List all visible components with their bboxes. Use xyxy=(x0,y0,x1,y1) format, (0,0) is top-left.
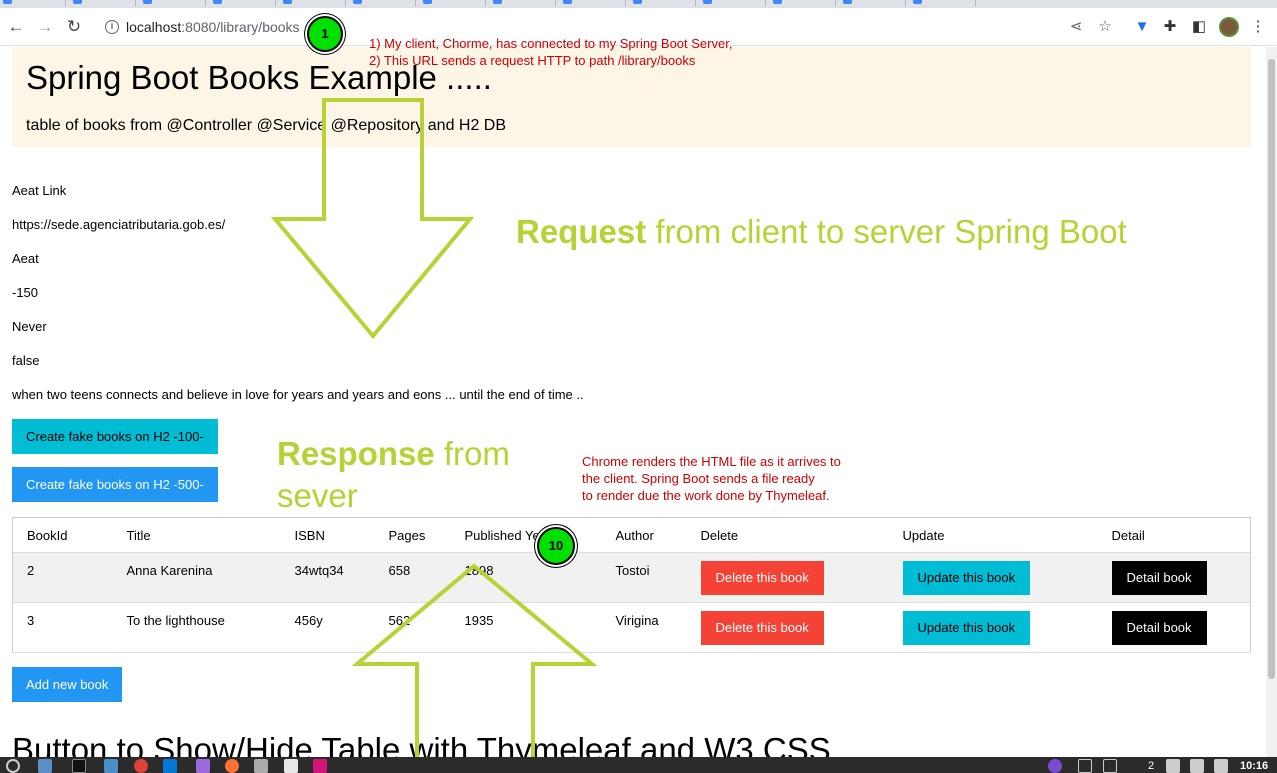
tray-count: 2 xyxy=(1148,760,1155,772)
annotation-note-request: 1) My client, Chorme, has connected to m… xyxy=(369,36,733,68)
tray-clipboard-icon[interactable] xyxy=(1078,759,1092,773)
tray-volume-icon[interactable] xyxy=(1214,759,1228,773)
annotation-arrows xyxy=(270,98,598,766)
tray-network-icon[interactable] xyxy=(1190,759,1204,773)
response-word: Response xyxy=(277,435,435,472)
down-arrow-shape xyxy=(270,98,475,340)
document-icon[interactable] xyxy=(284,759,298,773)
folder-icon[interactable] xyxy=(104,759,118,773)
vscode-icon[interactable] xyxy=(163,759,177,773)
firefox-icon[interactable] xyxy=(225,759,239,773)
clock: 10:16 xyxy=(1240,760,1269,772)
annotation-response-label-line2: sever xyxy=(277,477,358,514)
tray-star-icon[interactable] xyxy=(1166,759,1180,773)
response-rest: from xyxy=(434,435,510,472)
os-taskbar: 2 10:16 xyxy=(0,757,1277,773)
text-editor-icon[interactable] xyxy=(254,759,268,773)
annotation-note-response: Chrome renders the HTML file as it arriv… xyxy=(582,454,841,503)
tray-firefox-icon[interactable] xyxy=(1048,759,1062,773)
chrome-icon[interactable] xyxy=(134,759,148,773)
request-rest: from client to server Spring Boot xyxy=(646,213,1127,250)
files-icon[interactable] xyxy=(38,759,52,773)
request-word: Request xyxy=(516,213,647,250)
step-badge-1: 1 xyxy=(307,16,343,52)
tray-shield-icon[interactable] xyxy=(1103,759,1117,773)
annotation-request-label: Request from client to server Spring Boo… xyxy=(516,211,1127,253)
app-icon[interactable] xyxy=(196,759,210,773)
terminal-icon[interactable] xyxy=(72,759,86,773)
start-menu-icon[interactable] xyxy=(6,759,20,773)
step-badge-10: 10 xyxy=(537,527,575,565)
intellij-icon[interactable] xyxy=(313,759,327,773)
annotation-response-label: Response from xyxy=(277,433,510,475)
up-arrow-shape xyxy=(351,563,598,766)
